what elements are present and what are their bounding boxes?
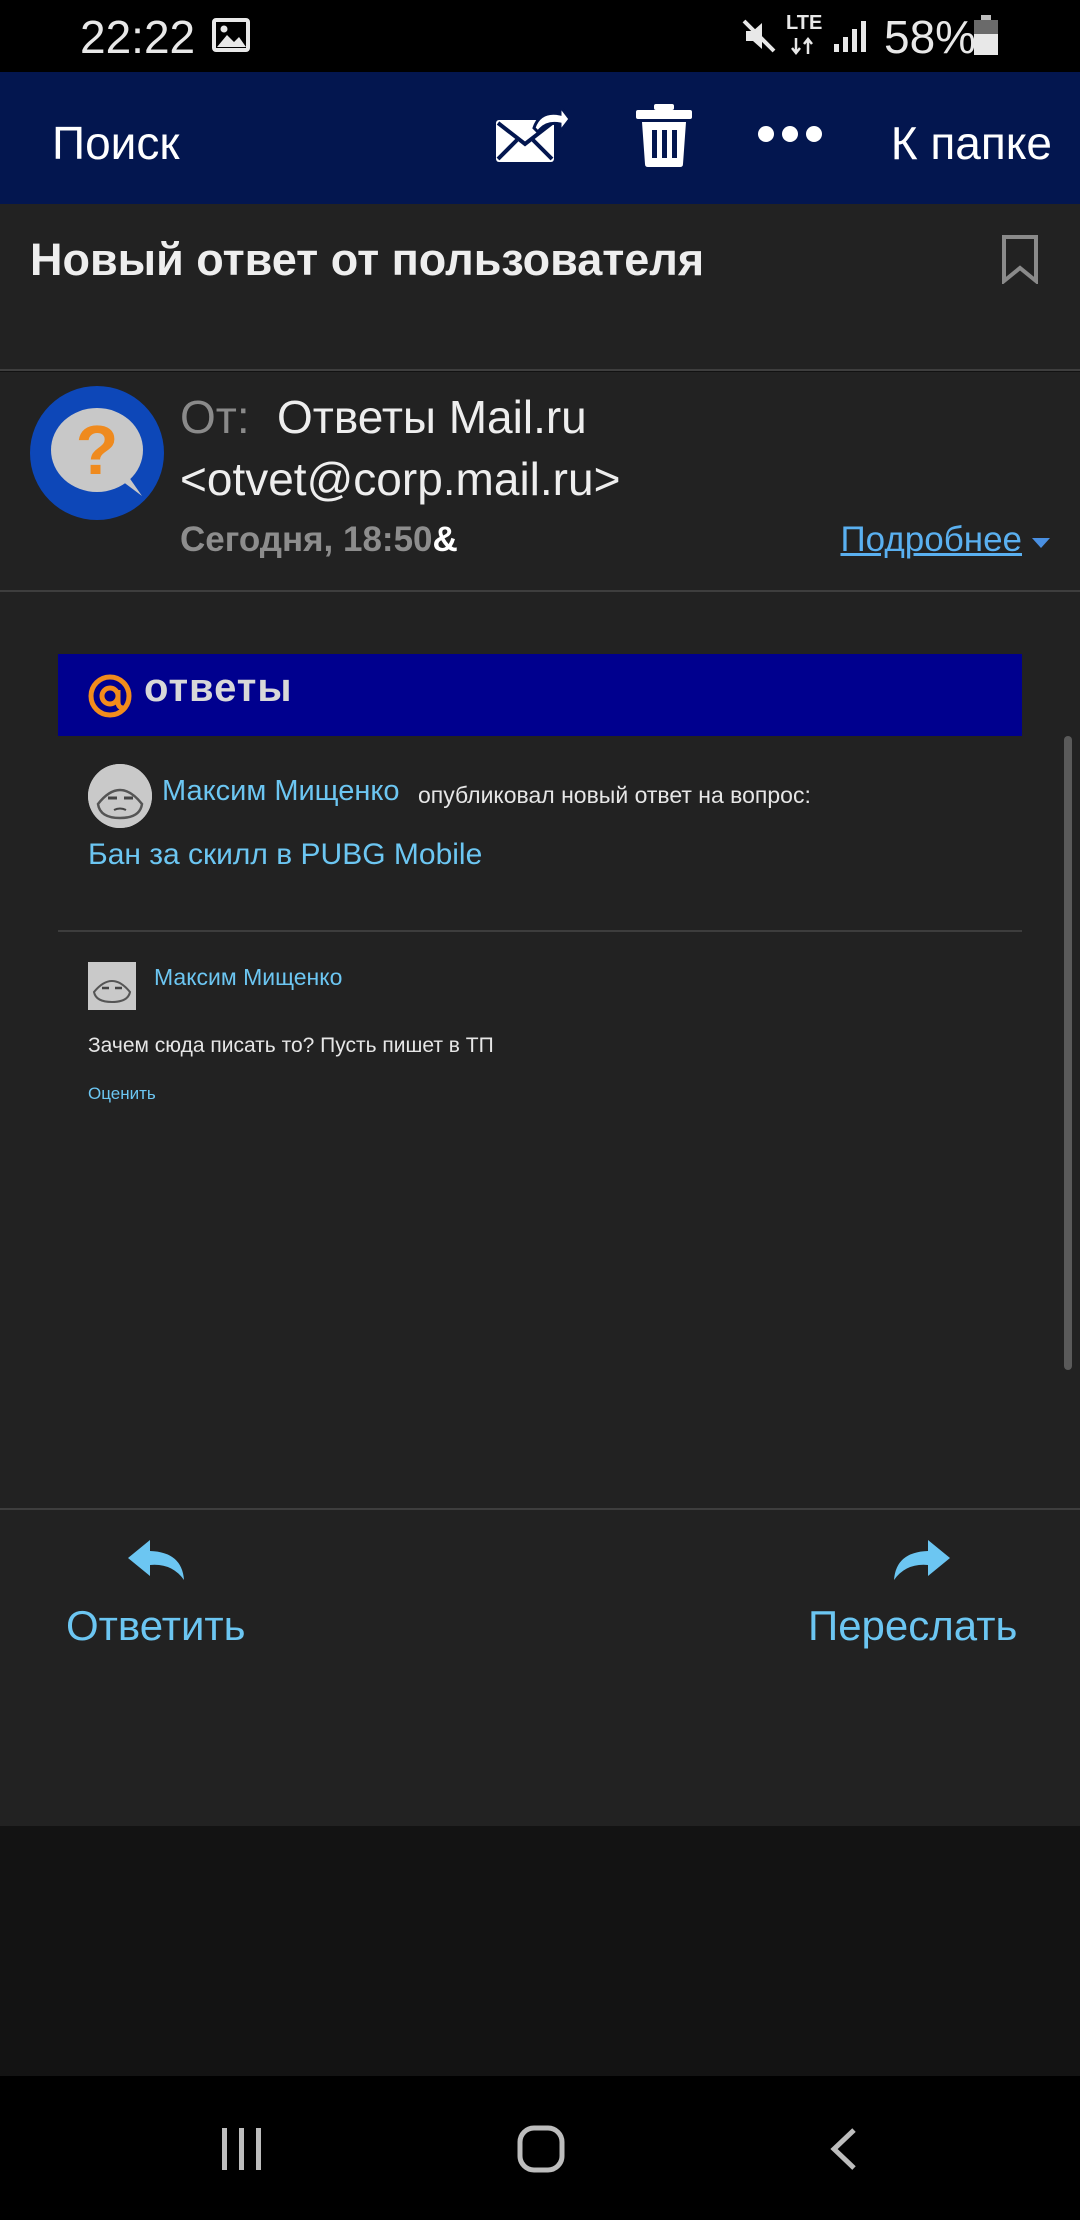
banner-logo-text: ответы xyxy=(144,666,293,710)
back-icon[interactable] xyxy=(826,2126,862,2172)
message-date: Сегодня, 18:50& xyxy=(180,520,458,560)
otvety-banner: ответы xyxy=(58,654,1022,736)
data-arrows-icon xyxy=(791,36,813,56)
toolbar: Поиск К папке xyxy=(0,72,1080,204)
email-body: ответы Максим Мищенко опубликовал новый … xyxy=(0,592,1080,1508)
gallery-icon xyxy=(212,18,250,52)
chevron-down-icon[interactable] xyxy=(1032,538,1050,548)
at-logo-icon xyxy=(88,674,132,718)
message-actions: Ответить Переслать xyxy=(0,1510,1080,1826)
status-bar: 22:22 LTE 58% xyxy=(0,0,1080,72)
question-link[interactable]: Бан за скилл в PUBG Mobile xyxy=(88,838,482,872)
lte-icon: LTE xyxy=(786,12,823,34)
rate-link[interactable]: Оценить xyxy=(88,1084,156,1104)
message-subject: Новый ответ от пользователя xyxy=(30,234,705,285)
system-navigation-bar xyxy=(0,2076,1080,2220)
forward-label: Переслать xyxy=(808,1602,1018,1649)
sender-header: ? От: Ответы Mail.ru <otvet@corp.mail.ru… xyxy=(0,372,1080,590)
details-link[interactable]: Подробнее xyxy=(840,520,1022,560)
signal-icon xyxy=(834,21,866,52)
bookmark-icon[interactable] xyxy=(1000,234,1040,284)
date-suffix: & xyxy=(432,520,458,559)
mute-icon xyxy=(742,19,776,53)
sender-avatar[interactable]: ? xyxy=(30,386,164,520)
published-text: опубликовал новый ответ на вопрос: xyxy=(418,782,811,808)
avatar-drawing-icon xyxy=(88,764,152,828)
author-link[interactable]: Максим Мищенко xyxy=(162,775,400,808)
recent-apps-icon[interactable] xyxy=(218,2126,266,2172)
battery-icon xyxy=(974,15,998,55)
more-icon[interactable] xyxy=(756,124,824,144)
battery-percent: 58% xyxy=(884,11,977,63)
subject-area: Новый ответ от пользователя xyxy=(0,204,1080,370)
answer-author-avatar[interactable] xyxy=(88,962,136,1010)
author-avatar[interactable] xyxy=(88,764,152,828)
reply-icon xyxy=(128,1540,184,1580)
reply-button[interactable]: Ответить xyxy=(60,1526,270,1656)
home-icon[interactable] xyxy=(516,2124,566,2174)
divider xyxy=(0,369,1080,371)
scrollbar[interactable] xyxy=(1064,736,1072,1370)
mark-unread-icon[interactable] xyxy=(494,102,568,166)
date-text: Сегодня, 18:50 xyxy=(180,520,433,559)
question-bubble-icon: ? xyxy=(51,408,143,496)
forward-icon xyxy=(894,1540,950,1580)
svg-text:?: ? xyxy=(76,411,119,489)
sender-name: Ответы Mail.ru xyxy=(277,391,587,443)
sender-email: <otvet@corp.mail.ru> xyxy=(180,453,621,505)
status-time: 22:22 xyxy=(80,11,196,63)
body-divider xyxy=(58,930,1022,932)
avatar-drawing-icon xyxy=(88,962,136,1010)
answer-author-link[interactable]: Максим Мищенко xyxy=(154,964,342,991)
search-button[interactable]: Поиск xyxy=(52,116,179,170)
empty-area xyxy=(0,1826,1080,2076)
reply-label: Ответить xyxy=(66,1602,246,1649)
answer-text: Зачем сюда писать то? Пусть пишет в ТП xyxy=(88,1034,494,1057)
from-label: От: xyxy=(180,391,250,443)
forward-button[interactable]: Переслать xyxy=(800,1526,1040,1656)
back-to-folder-button[interactable]: К папке xyxy=(891,116,1052,170)
trash-icon[interactable] xyxy=(634,102,694,168)
